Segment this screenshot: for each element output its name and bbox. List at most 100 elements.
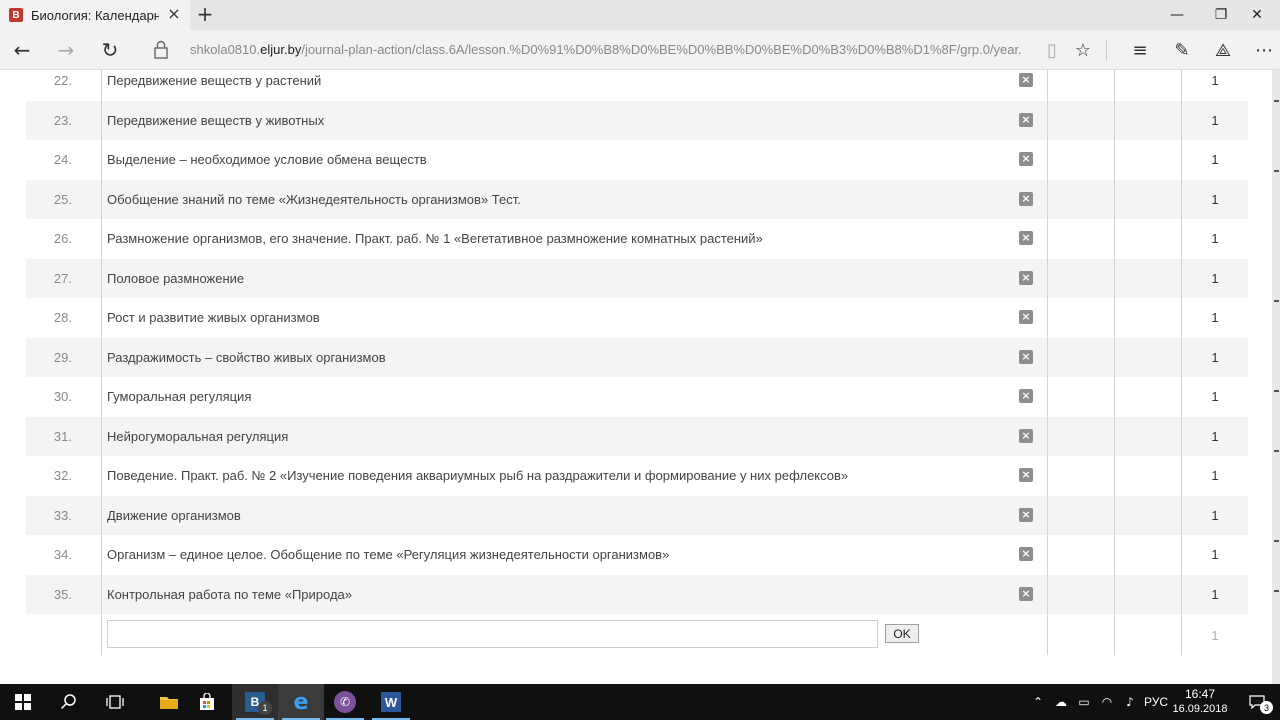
- forward-icon[interactable]: →: [52, 36, 80, 64]
- new-tab-icon[interactable]: +: [194, 3, 216, 25]
- refresh-icon[interactable]: ↻: [96, 36, 124, 64]
- url-path: /journal-plan-action/class.6A/lesson.%D0…: [301, 42, 1022, 57]
- lesson-number: 25.: [53, 191, 72, 207]
- delete-lesson-icon[interactable]: ×: [1019, 586, 1033, 601]
- delete-lesson-icon[interactable]: ×: [1019, 349, 1033, 364]
- share-icon[interactable]: ⟁: [1211, 38, 1235, 62]
- lesson-title[interactable]: Поведение. Практ. раб. № 2 «Изучение пов…: [107, 456, 848, 496]
- close-window-icon[interactable]: ✕: [1234, 0, 1280, 30]
- web-note-icon[interactable]: ✎: [1170, 38, 1194, 62]
- table-divider: [101, 70, 102, 655]
- lesson-hours: 1: [1211, 428, 1219, 444]
- search-icon[interactable]: [46, 684, 92, 720]
- lesson-title[interactable]: Движение организмов: [107, 496, 241, 536]
- language-indicator[interactable]: РУС: [1142, 684, 1170, 720]
- windows-taskbar: B 1 e ✆ W ⌃ ☁ ▭ ◠ ♪ РУС 16:47 16.09.2018…: [0, 684, 1280, 720]
- battery-icon[interactable]: ▭: [1073, 684, 1095, 720]
- lesson-row: 27. Половое размножение × 1: [26, 258, 1248, 299]
- lesson-hours: 1: [1211, 310, 1219, 326]
- lesson-title[interactable]: Гуморальная регуляция: [107, 377, 251, 417]
- store-icon[interactable]: [184, 684, 230, 720]
- lesson-row: 30. Гуморальная регуляция × 1: [26, 377, 1248, 417]
- lesson-hours: 1: [1211, 389, 1219, 405]
- lesson-row: 23. Передвижение веществ у животных × 1: [26, 100, 1248, 141]
- lesson-hours: 1: [1211, 468, 1219, 484]
- delete-lesson-icon[interactable]: ×: [1019, 191, 1033, 206]
- delete-lesson-icon[interactable]: ×: [1019, 310, 1033, 324]
- delete-lesson-icon[interactable]: ×: [1019, 73, 1033, 87]
- lesson-title[interactable]: Размножение организмов, его значение. Пр…: [107, 219, 763, 259]
- lesson-row: 25. Обобщение знаний по теме «Жизнедеятел…: [26, 179, 1248, 220]
- browser-tab[interactable]: В Биология: Календарно ×: [0, 0, 190, 30]
- lesson-number: 26.: [53, 231, 72, 247]
- word-letter: W: [381, 692, 401, 712]
- lesson-row: 29. Раздражимость – свойство живых органи…: [26, 337, 1248, 378]
- table-divider: [1047, 70, 1048, 655]
- lesson-title[interactable]: Организм – единое целое. Обобщение по те…: [107, 535, 669, 575]
- lesson-title[interactable]: Раздражимость – свойство живых организмо…: [107, 338, 386, 378]
- lesson-hours: 1: [1211, 112, 1219, 128]
- edge-browser-icon[interactable]: e: [278, 684, 324, 720]
- lesson-title[interactable]: Половое размножение: [107, 259, 244, 299]
- onedrive-cloud-icon[interactable]: ☁: [1050, 684, 1072, 720]
- lesson-number: 35.: [53, 586, 72, 602]
- delete-lesson-icon[interactable]: ×: [1019, 468, 1033, 482]
- url-prefix: shkola0810.: [190, 42, 261, 57]
- url-field[interactable]: shkola0810.eljur.by/journal-plan-action/…: [190, 42, 1022, 57]
- lesson-title[interactable]: Передвижение веществ у растений: [107, 70, 321, 101]
- lesson-hours: 1: [1211, 349, 1219, 365]
- reading-view-icon[interactable]: ▯: [1040, 38, 1064, 62]
- lesson-hours: 1: [1211, 73, 1219, 89]
- lesson-number: 31.: [53, 428, 72, 444]
- lesson-title[interactable]: Нейрогуморальная регуляция: [107, 417, 288, 457]
- hub-icon[interactable]: ≡: [1128, 38, 1152, 62]
- page-content: 22. Передвижение веществ у растений × 1 23. П…: [0, 70, 1280, 684]
- lesson-row: 24. Выделение – необходимое условие обмен…: [26, 140, 1248, 180]
- lesson-title[interactable]: Рост и развитие живых организмов: [107, 298, 320, 338]
- lesson-title[interactable]: Передвижение веществ у животных: [107, 101, 324, 141]
- lesson-title[interactable]: Выделение – необходимое условие обмена в…: [107, 140, 427, 180]
- minimize-icon[interactable]: —: [1154, 0, 1200, 30]
- task-view-icon[interactable]: [92, 684, 138, 720]
- show-hidden-icons-icon[interactable]: ⌃: [1028, 684, 1048, 720]
- delete-lesson-icon[interactable]: ×: [1019, 152, 1033, 166]
- favorite-star-icon[interactable]: ☆: [1071, 38, 1095, 62]
- lesson-number: 27.: [53, 270, 72, 286]
- taskbar-app-b-badge: 1: [258, 701, 272, 715]
- lesson-hours: 1: [1211, 586, 1219, 602]
- action-center-icon[interactable]: 3: [1240, 684, 1274, 720]
- tab-title: Биология: Календарно: [31, 7, 159, 23]
- more-icon[interactable]: ⋯: [1252, 38, 1276, 62]
- viber-icon[interactable]: ✆: [322, 684, 368, 720]
- delete-lesson-icon[interactable]: ×: [1019, 547, 1033, 561]
- wifi-icon[interactable]: ◠: [1096, 684, 1118, 720]
- word-icon[interactable]: W: [368, 684, 414, 720]
- system-clock[interactable]: 16:47 16.09.2018: [1168, 687, 1232, 717]
- address-bar-row: ← → ↻ shkola0810.eljur.by/journal-plan-a…: [0, 30, 1280, 70]
- delete-lesson-icon[interactable]: ×: [1019, 112, 1033, 127]
- tab-close-icon[interactable]: ×: [166, 6, 182, 22]
- delete-lesson-icon[interactable]: ×: [1019, 428, 1033, 443]
- volume-icon[interactable]: ♪: [1119, 684, 1141, 720]
- delete-lesson-icon[interactable]: ×: [1019, 389, 1033, 403]
- delete-lesson-icon[interactable]: ×: [1019, 231, 1033, 245]
- taskbar-app-b[interactable]: B 1: [232, 684, 278, 720]
- new-lesson-input[interactable]: [107, 620, 878, 648]
- lesson-row: 31. Нейрогуморальная регуляция × 1: [26, 416, 1248, 457]
- delete-lesson-icon[interactable]: ×: [1019, 507, 1033, 522]
- start-windows-icon[interactable]: [0, 684, 46, 720]
- lesson-row: 26. Размножение организмов, его значение.…: [26, 219, 1248, 259]
- notification-count-badge: 3: [1260, 701, 1273, 714]
- lesson-hours: 1: [1211, 191, 1219, 207]
- lesson-number: 29.: [53, 349, 72, 365]
- lesson-title[interactable]: Обобщение знаний по теме «Жизнедеятельно…: [107, 180, 521, 220]
- back-icon[interactable]: ←: [8, 36, 36, 64]
- browser-title-bar: В Биология: Календарно × + — ❐ ✕: [0, 0, 1280, 30]
- lesson-number: 32.: [53, 468, 72, 484]
- table-divider: [1114, 70, 1115, 655]
- lesson-title[interactable]: Контрольная работа по теме «Природа»: [107, 575, 352, 615]
- ok-button[interactable]: OK: [885, 624, 919, 643]
- lesson-number: 28.: [53, 310, 72, 326]
- delete-lesson-icon[interactable]: ×: [1019, 270, 1033, 285]
- table-divider: [1181, 70, 1182, 655]
